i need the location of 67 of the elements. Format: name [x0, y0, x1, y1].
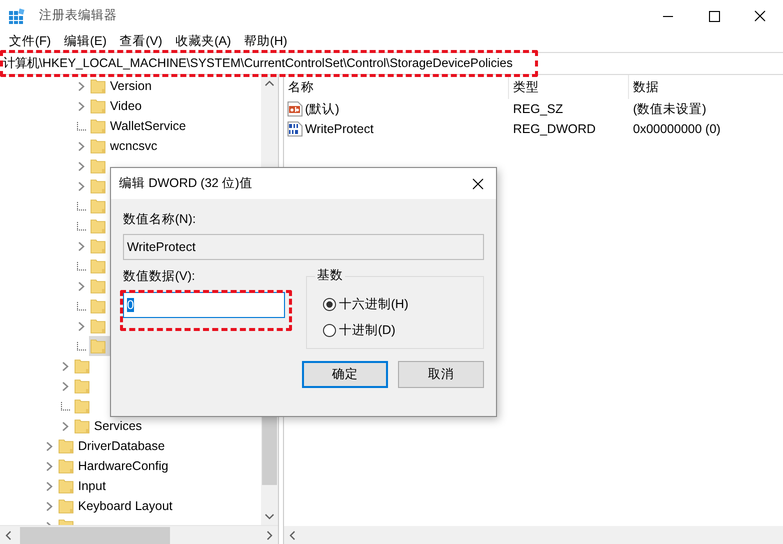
- horizontal-scrollbar[interactable]: [0, 525, 278, 544]
- folder-icon: [74, 358, 90, 374]
- address-bar[interactable]: 计算机\HKEY_LOCAL_MACHINE\SYSTEM\CurrentControlSet\Control\StorageDevicePolicies: [0, 52, 783, 75]
- folder-icon: [58, 458, 74, 474]
- tree-item[interactable]: wcncsvc: [89, 136, 160, 156]
- value-name[interactable]: WriteProtect: [305, 122, 374, 136]
- folder-icon: [90, 138, 106, 154]
- folder-icon: [90, 338, 106, 354]
- field-label: 数值名称(N):: [123, 211, 197, 228]
- folder-icon: [90, 158, 106, 174]
- tree-item[interactable]: Services: [73, 416, 145, 436]
- folder-icon: [58, 438, 74, 454]
- folder-icon: [58, 478, 74, 494]
- folder-icon: [58, 498, 74, 514]
- app-icon: [9, 8, 25, 24]
- string-value-icon: [287, 101, 303, 117]
- folder-icon: [74, 398, 90, 414]
- radio-label[interactable]: 十进制(D): [339, 322, 396, 338]
- ok-button[interactable]: 确定: [302, 361, 388, 388]
- table-cell-text: REG_SZ: [512, 102, 564, 116]
- folder-icon: [90, 238, 106, 254]
- folder-icon: [90, 218, 106, 234]
- tree-item[interactable]: Version: [89, 76, 155, 96]
- folder-icon: [90, 98, 106, 114]
- menu-item[interactable]: 帮助(H): [238, 32, 294, 50]
- column-header[interactable]: 数据: [629, 75, 779, 99]
- binary-value-icon: [287, 121, 303, 137]
- group-label: 基数: [315, 267, 345, 284]
- folder-icon: [74, 418, 90, 434]
- horizontal-scrollbar[interactable]: [284, 526, 783, 544]
- menu-item[interactable]: 收藏夹(A): [169, 32, 238, 50]
- tree-item[interactable]: WalletService: [89, 116, 189, 136]
- folder-icon: [90, 278, 106, 294]
- folder-icon: [90, 198, 106, 214]
- tree-item[interactable]: Keyboard Layout: [57, 496, 176, 516]
- table-cell-text: (数值未设置): [632, 100, 706, 118]
- folder-icon: [90, 118, 106, 134]
- menu-item[interactable]: 文件(F): [3, 32, 58, 50]
- address-path: 计算机\HKEY_LOCAL_MACHINE\SYSTEM\CurrentControlSet\Control\StorageDevicePolicies: [3, 55, 513, 72]
- radio-label[interactable]: 十六进制(H): [339, 296, 408, 312]
- folder-icon: [90, 298, 106, 314]
- field-label: 数值数据(V):: [123, 268, 196, 285]
- window-title: 注册表编辑器: [39, 7, 117, 24]
- name-field[interactable]: WriteProtect: [123, 234, 484, 260]
- radio-button[interactable]: [323, 298, 336, 310]
- folder-icon: [74, 378, 90, 394]
- value-name[interactable]: (默认): [305, 100, 340, 118]
- table-cell-text: 0x00000000 (0): [632, 122, 721, 136]
- dialog-title: 编辑 DWORD (32 位)值: [119, 175, 252, 192]
- value-field[interactable]: 0: [123, 292, 285, 318]
- folder-icon: [90, 178, 106, 194]
- folder-icon: [90, 318, 106, 334]
- table-cell-text: REG_DWORD: [512, 122, 597, 136]
- tree-item[interactable]: HardwareConfig: [57, 456, 172, 476]
- scroll-thumb[interactable]: [20, 526, 170, 544]
- tree-item[interactable]: Input: [57, 476, 109, 496]
- tree-item[interactable]: [89, 336, 112, 356]
- menu-item[interactable]: 编辑(E): [58, 32, 114, 50]
- tree-item[interactable]: Video: [89, 96, 145, 116]
- cancel-button[interactable]: 取消: [398, 361, 484, 388]
- radio-button[interactable]: [323, 324, 336, 336]
- column-header[interactable]: 类型: [509, 75, 629, 99]
- column-header[interactable]: 名称: [284, 75, 509, 99]
- folder-icon: [90, 78, 106, 94]
- folder-icon: [90, 258, 106, 274]
- menu-item[interactable]: 查看(V): [114, 32, 170, 50]
- tree-item[interactable]: DriverDatabase: [57, 436, 168, 456]
